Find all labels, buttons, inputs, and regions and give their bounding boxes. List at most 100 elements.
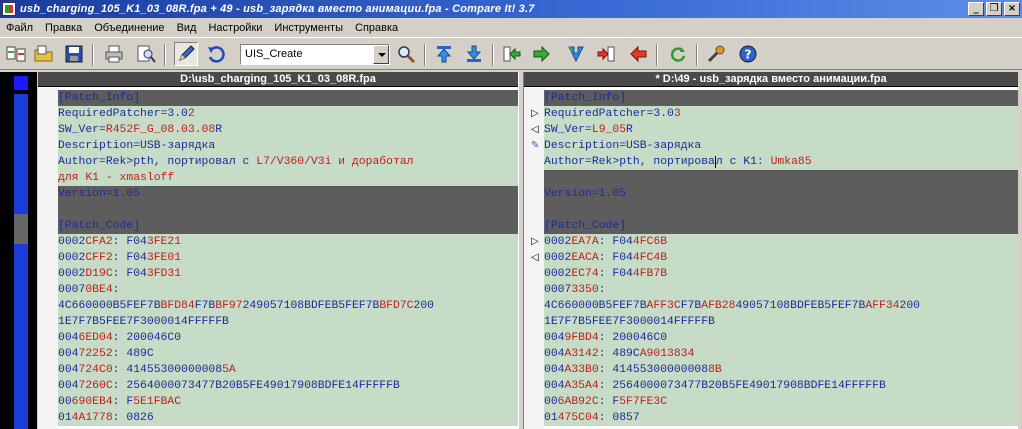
diff-text: A35A4 [564, 380, 599, 392]
prev-diff-icon[interactable] [432, 42, 456, 66]
line-text: F7B [680, 300, 702, 312]
merge-down-icon[interactable] [564, 42, 588, 66]
right-file-pane[interactable]: * D:\49 - usb_зарядка вместо анимации.fp… [524, 72, 1018, 429]
code-line[interactable] [58, 202, 518, 218]
code-line[interactable]: 014A1778: 0826 [58, 410, 518, 426]
code-line[interactable]: [Patch_Code] [544, 218, 1018, 234]
left-lines[interactable]: [Patch_Info] RequiredPatcher=3.02 SW_Ver=R… [58, 90, 518, 426]
line-text: RequiredPatcher=3.0 [544, 108, 674, 120]
menu-view[interactable]: Вид [171, 22, 203, 34]
line-text: : 489C [598, 348, 640, 360]
compare-icon[interactable] [4, 42, 28, 66]
code-line[interactable]: 4C660000B5FEF7BAFF3CF7BAFB2849057108BDFE… [544, 298, 1018, 314]
diff-text: 4FC6B [632, 236, 668, 248]
right-lines[interactable]: [Patch_Info] RequiredPatcher=3.03 SW_Ver=L… [544, 90, 1018, 426]
menu-settings[interactable]: Настройки [202, 22, 268, 34]
code-line[interactable]: 1E7F7B5FEE7F3000014FFFFFB [544, 314, 1018, 330]
diff-end-icon: ◁ [531, 252, 539, 263]
code-line[interactable]: 0049FBD4: 200046C0 [544, 330, 1018, 346]
code-line[interactable]: 01475C04: 0857 [544, 410, 1018, 426]
code-line[interactable]: Author=Rek>pth, портировал с L7/V360/V3i… [58, 154, 518, 170]
code-line[interactable] [544, 202, 1018, 218]
code-line[interactable]: 0002EA7A: F044FC6B [544, 234, 1018, 250]
left-file-body[interactable]: [Patch_Info] RequiredPatcher=3.02 SW_Ver=R… [38, 88, 518, 429]
save-icon[interactable] [62, 42, 86, 66]
line-text: : F04 [112, 268, 147, 280]
copy-right-icon[interactable] [500, 42, 524, 66]
left-file-pane[interactable]: D:\usb_charging_105_K1_03_08R.fpa [Patch… [38, 72, 518, 429]
code-line[interactable]: Author=Rek>pth, портировал с K1: Umka85 [544, 154, 1018, 170]
undo-icon[interactable] [204, 42, 228, 66]
code-line[interactable]: 0046ED04: 200046C0 [58, 330, 518, 346]
open-folder-icon[interactable] [32, 42, 56, 66]
copy-left-icon[interactable] [594, 42, 618, 66]
code-line[interactable]: 0047260C: 2564000073477B20B5FE49017908BD… [58, 378, 518, 394]
location-strip[interactable] [0, 72, 37, 429]
menu-file[interactable]: Файл [0, 22, 39, 34]
search-icon[interactable] [394, 42, 418, 66]
code-line[interactable]: RequiredPatcher=3.02 [58, 106, 518, 122]
code-line[interactable]: Version=1.05 [544, 186, 1018, 202]
line-text: SW_Ver= [58, 124, 106, 136]
right-file-body[interactable]: ▷ ◁ ✎ ▷ ◁ [Patch_Info] RequiredPatcher=3.03 SW… [524, 88, 1018, 429]
line-text: 004 [58, 332, 79, 344]
menu-edit[interactable]: Правка [39, 22, 88, 34]
code-line[interactable]: 0002EACA: F044FC4B [544, 250, 1018, 266]
code-line[interactable]: SW_Ver=R452F_G_08.03.08R [58, 122, 518, 138]
code-line[interactable]: SW_Ver=L9_05R [544, 122, 1018, 138]
line-text: : 0857 [598, 412, 640, 424]
print-icon[interactable] [102, 42, 126, 66]
code-line[interactable]: 0002CFF2: F043FE01 [58, 250, 518, 266]
diff-text: L9_05 [591, 124, 627, 136]
title-bar: usb_charging_105_K1_03_08R.fpa + 49 - us… [0, 0, 1022, 18]
code-line[interactable]: Version=1.05 [58, 186, 518, 202]
code-line[interactable]: [Patch_Info] [58, 90, 518, 106]
diff-text: 2 [187, 108, 195, 120]
edit-pencil-icon: ✎ [531, 140, 540, 151]
print-preview-icon[interactable] [134, 42, 158, 66]
line-text: 0002 [544, 236, 572, 248]
help-icon[interactable]: ? [736, 42, 760, 66]
menu-merge[interactable]: Объединение [88, 22, 170, 34]
code-line[interactable]: 0002D19C: F043FD31 [58, 266, 518, 282]
tools-icon[interactable] [704, 42, 728, 66]
code-line[interactable]: для K1 - xmasloff [58, 170, 518, 186]
copy-right-all-icon[interactable] [530, 42, 554, 66]
restore-button[interactable]: ❐ [986, 2, 1002, 16]
edit-pencil-icon[interactable] [174, 42, 198, 66]
line-text: 200 [899, 300, 921, 312]
chevron-down-icon[interactable] [373, 45, 389, 64]
code-line[interactable]: 00073350: [544, 282, 1018, 298]
code-line[interactable] [544, 170, 1018, 186]
menu-tools[interactable]: Инструменты [268, 22, 349, 34]
code-line[interactable]: 004A33B0: 414553000000088B [544, 362, 1018, 378]
code-line[interactable]: 1E7F7B5FEE7F3000014FFFFFB [58, 314, 518, 330]
menu-help[interactable]: Справка [349, 22, 404, 34]
line-text: 0007 [58, 284, 86, 296]
code-line[interactable]: [Patch_Code] [58, 218, 518, 234]
code-line[interactable]: [Patch_Info] [544, 90, 1018, 106]
code-line[interactable]: Description=USB-зарядка [58, 138, 518, 154]
code-line[interactable]: 0002CFA2: F043FE21 [58, 234, 518, 250]
code-line[interactable]: 006AB92C: F5F7FE3C [544, 394, 1018, 410]
right-scrollbar[interactable] [1018, 72, 1022, 429]
code-line[interactable]: 00472252: 489C [58, 346, 518, 362]
code-line[interactable]: 00690EB4: F5E1FBAC [58, 394, 518, 410]
close-button[interactable]: × [1004, 2, 1020, 16]
minimize-button[interactable]: _ [968, 2, 984, 16]
code-line[interactable]: 00070BE4: [58, 282, 518, 298]
diff-text: 0BE4 [85, 284, 113, 296]
next-diff-icon[interactable] [462, 42, 486, 66]
diff-text: 6ED04 [78, 332, 113, 344]
code-line[interactable]: 4C660000B5FEF7BBFD84F7BBF97249057108BDFE… [58, 298, 518, 314]
code-line[interactable]: 004A3142: 489CA9013834 [544, 346, 1018, 362]
code-line[interactable]: 0002EC74: F044FB7B [544, 266, 1018, 282]
code-line[interactable]: RequiredPatcher=3.03 [544, 106, 1018, 122]
refresh-icon[interactable] [666, 42, 690, 66]
line-text: 0002 [58, 236, 86, 248]
code-line[interactable]: Description=USB-зарядка [544, 138, 1018, 154]
code-line[interactable]: 004A35A4: 2564000073477B20B5FE49017908BD… [544, 378, 1018, 394]
function-combo[interactable]: UIS_Create [240, 44, 390, 65]
code-line[interactable]: 004724C0: 414553000000085A [58, 362, 518, 378]
copy-left-all-icon[interactable] [626, 42, 650, 66]
